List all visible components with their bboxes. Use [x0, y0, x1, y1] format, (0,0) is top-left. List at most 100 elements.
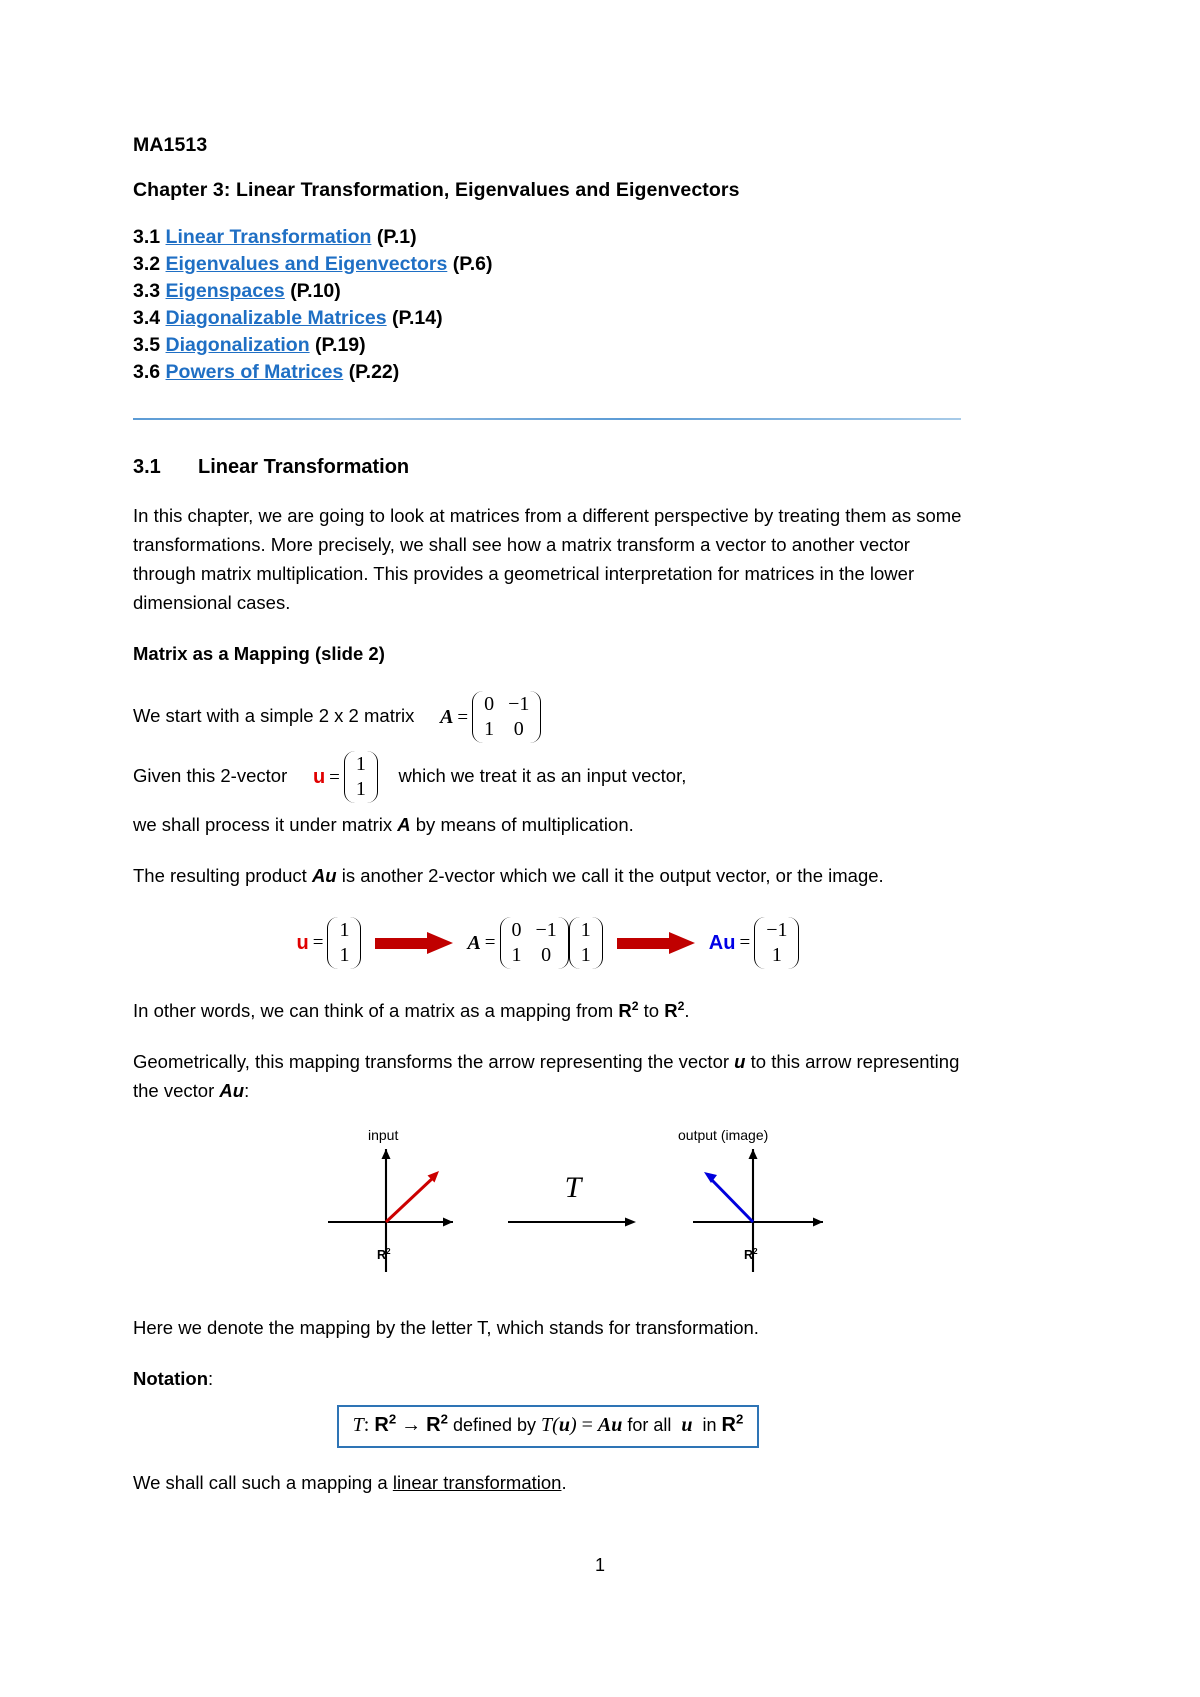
input-vector-shaft	[384, 1174, 437, 1224]
chapter-title: Chapter 3: Linear Transformation, Eigenv…	[133, 179, 740, 201]
diagram-svg: T	[328, 1149, 823, 1272]
notation-colon-sym: :	[363, 1414, 370, 1436]
arrow-shaft	[375, 938, 428, 949]
notation-box: T: R2 → R2 defined by T(u) = Au for all …	[336, 1405, 760, 1448]
R-letter: R	[744, 1248, 754, 1262]
vector-intro-tail: which we treat it as an input vector,	[398, 764, 687, 786]
geom-text-1: Geometrically, this mapping transforms t…	[133, 1051, 730, 1072]
vector-u: 1 1	[343, 750, 378, 804]
left-paren-icon	[472, 690, 481, 744]
equals-sign: =	[484, 932, 496, 953]
toc-number: 3.6	[133, 361, 161, 383]
transform-arrow-head	[625, 1217, 636, 1227]
left-space-label: R2	[377, 1247, 391, 1262]
notation-T-of: T(	[541, 1414, 559, 1436]
toc-link-diagonalizable-matrices[interactable]: Diagonalizable Matrices	[166, 307, 387, 329]
matrix-cell-1-0: 1	[511, 944, 522, 966]
right-paren-icon	[560, 916, 569, 970]
equals-sign: =	[329, 766, 340, 788]
toc-link-linear-transformation[interactable]: Linear Transformation	[166, 226, 372, 248]
R-letter: R	[374, 1414, 389, 1436]
symbol-u: u	[312, 765, 326, 788]
R-letter: R	[618, 1000, 632, 1021]
section-number: 3.1	[133, 456, 161, 478]
notation-u-var: u	[681, 1414, 693, 1436]
notation-Au: Au	[597, 1414, 623, 1436]
transform-arrow	[508, 1217, 636, 1227]
notation-R-set: R2	[721, 1412, 744, 1436]
left-paren-icon	[343, 750, 353, 804]
notation-defined-by: defined by	[452, 1415, 537, 1435]
notation-equals: =	[581, 1414, 593, 1436]
toc-number: 3.5	[133, 334, 161, 356]
R2-symbol-source: R2	[618, 1000, 638, 1021]
R-letter: R	[664, 1000, 678, 1021]
horizontal-rule	[133, 418, 961, 420]
closing-text-post: .	[561, 1472, 567, 1493]
vector-cell-1: 1	[339, 944, 350, 966]
mapping-text-pre: In other words, we can think of a matrix…	[133, 1000, 614, 1021]
matrix-A-cells: 0 −1 1 0	[481, 690, 532, 744]
equals-sign: =	[739, 932, 751, 953]
matrix-A: 0 −1 1 0	[499, 916, 569, 970]
symbol-Au: Au	[708, 931, 736, 954]
toc-entry-3-6: 3.6 Powers of Matrices (P.22)	[133, 359, 963, 386]
mapping-text-end: .	[684, 1000, 690, 1021]
vector-intro-text: Given this 2-vector	[133, 764, 288, 786]
transformation-equation-row: u = 1 1 A = 0 −1 1 0 1 1 Au = −1 1	[133, 916, 963, 970]
closing-text-pre: We shall call such a mapping a	[133, 1472, 388, 1493]
R-letter: R	[426, 1414, 441, 1436]
transformation-diagram: input output (image) T R2 R2	[133, 1127, 963, 1287]
matrix-cell-0-0: 0	[511, 919, 522, 941]
geom-text-3: :	[244, 1080, 250, 1101]
toc-page-ref: (P.10)	[290, 280, 341, 302]
notation-T: T	[352, 1414, 364, 1436]
toc-link-powers-of-matrices[interactable]: Powers of Matrices	[166, 361, 344, 383]
input-vector-arrow	[384, 1171, 439, 1224]
toc-link-eigenspaces[interactable]: Eigenspaces	[166, 280, 285, 302]
right-paren-icon	[790, 916, 800, 970]
notation-colon: :	[208, 1368, 214, 1389]
denote-line: Here we denote the mapping by the letter…	[133, 1317, 759, 1338]
section-title: Linear Transformation	[198, 456, 410, 478]
right-paren-icon	[594, 916, 603, 970]
toc-link-diagonalization[interactable]: Diagonalization	[166, 334, 310, 356]
notation-R-domain: R2	[374, 1412, 396, 1436]
toc-page-ref: (P.22)	[348, 361, 400, 383]
right-paren-icon	[532, 690, 542, 744]
R-exponent: 2	[631, 998, 639, 1013]
toc-page-ref: (P.6)	[452, 253, 493, 275]
equation-u: u = 1 1	[297, 916, 362, 970]
page-number: 1	[594, 1555, 605, 1575]
toc-link-eigenvalues-and-eigenvectors[interactable]: Eigenvalues and Eigenvectors	[166, 253, 448, 275]
notation-close-paren: )	[569, 1414, 577, 1436]
closing-line: We shall call such a mapping a linear tr…	[133, 1468, 963, 1497]
output-vector-shaft	[707, 1175, 755, 1224]
matrix-cell-1-1: 0	[541, 944, 552, 966]
toc-page-ref: (P.14)	[392, 307, 443, 329]
red-arrow-icon-2	[616, 932, 695, 954]
left-paren-icon	[499, 916, 509, 970]
toc-number: 3.4	[133, 307, 161, 329]
red-arrow-icon-1	[375, 932, 454, 954]
notation-u-arg: u	[558, 1414, 570, 1436]
vector-u: 1 1	[568, 916, 603, 970]
matrix-A-definition: A = 0 −1 1 0	[440, 690, 542, 744]
symbol-A: A	[467, 931, 481, 954]
vector-cell-0: 1	[339, 919, 350, 941]
notation-R-codomain: R2	[426, 1411, 448, 1436]
vector-cell-1: 1	[580, 944, 591, 966]
table-of-contents: 3.1 Linear Transformation (P.1) 3.2 Eige…	[133, 224, 963, 386]
equation-A-times-u: A = 0 −1 1 0 1 1	[467, 916, 603, 970]
matrix-intro-text: We start with a simple 2 x 2 matrix	[133, 704, 415, 726]
notation-label-line: Notation:	[133, 1364, 963, 1393]
R-letter: R	[721, 1414, 736, 1436]
vector-u-definition: u = 1 1	[313, 750, 378, 804]
R-exponent: 2	[440, 1411, 448, 1427]
right-space-label: R2	[744, 1247, 758, 1262]
equals-sign: =	[312, 932, 324, 953]
vector-u: 1 1	[327, 916, 362, 970]
notation-box-wrapper: T: R2 → R2 defined by T(u) = Au for all …	[133, 1405, 963, 1448]
subheading-matrix-as-a-mapping: Matrix as a Mapping (slide 2)	[133, 643, 385, 664]
matrix-A-cells: 0 −1 1 0	[509, 916, 560, 970]
